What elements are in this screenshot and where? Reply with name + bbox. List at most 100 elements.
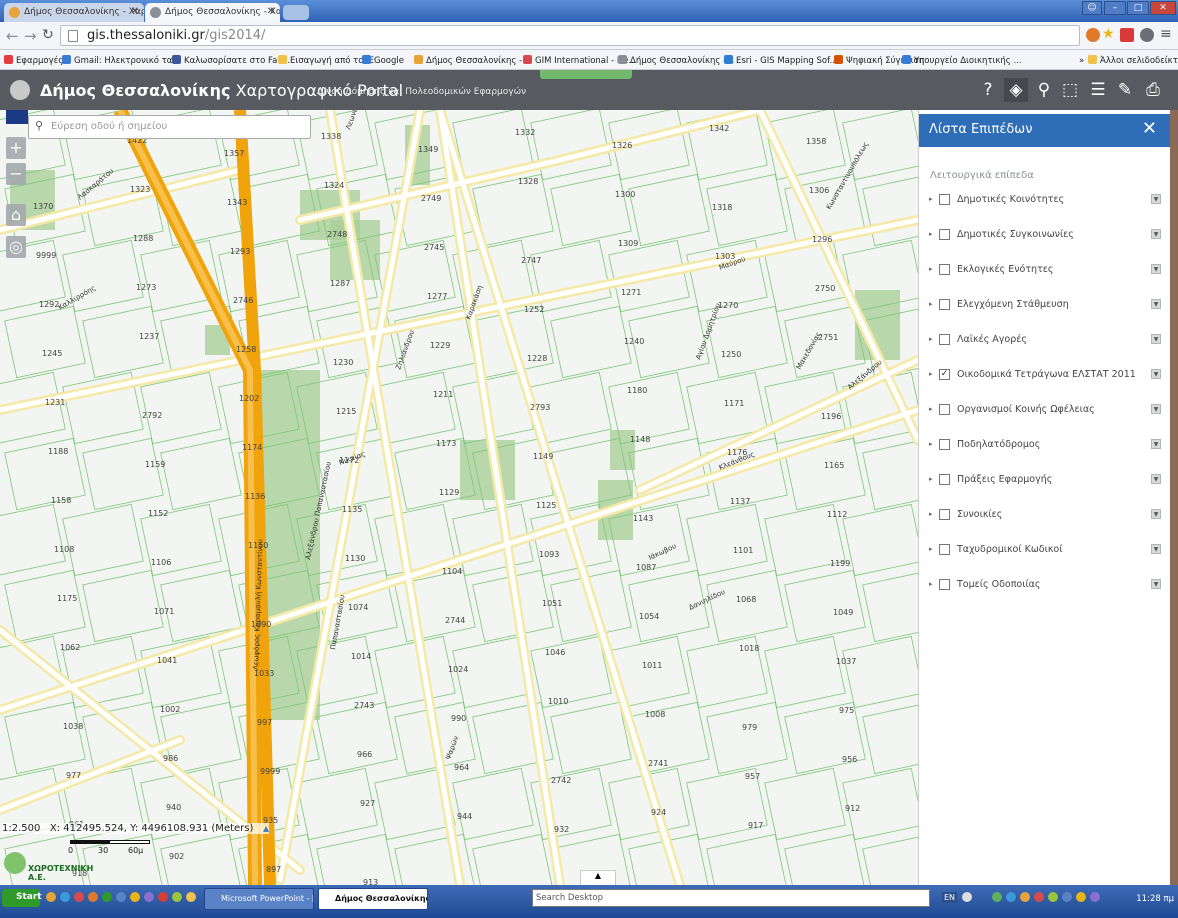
layer-item[interactable]: ▸ ✓ Οικοδομικά Τετράγωνα ΕΛΣΤΑΤ 2011 ▼: [929, 369, 1161, 385]
map-collapse-button[interactable]: ▲: [580, 870, 616, 885]
layer-checkbox[interactable]: [939, 194, 950, 205]
quicklaunch-icon[interactable]: [144, 892, 154, 902]
layer-item[interactable]: ▸ Λαϊκές Αγορές ▼: [929, 334, 1161, 350]
zoom-in-button[interactable]: +: [6, 137, 26, 159]
search-icon[interactable]: ⚲: [914, 891, 921, 902]
layer-checkbox[interactable]: [939, 544, 950, 555]
layer-options-icon[interactable]: ▼: [1151, 404, 1161, 414]
menu-icon[interactable]: ≡: [1160, 26, 1172, 42]
layer-options-icon[interactable]: ▼: [1151, 544, 1161, 554]
browser-tab-2[interactable]: Δήμος Θεσσαλονίκης - Χαρτο ✕: [145, 3, 280, 22]
expand-arrow-icon[interactable]: ▸: [929, 510, 933, 518]
locate-icon[interactable]: ◎: [6, 236, 26, 258]
bookmark-item[interactable]: Δήμος Θεσσαλονίκης -...: [414, 55, 530, 66]
layer-item[interactable]: ▸ Οργανισμοί Κοινής Ωφέλειας ▼: [929, 404, 1161, 420]
layer-item[interactable]: ▸ Ταχυδρομικοί Κωδικοί ▼: [929, 544, 1161, 560]
layer-options-icon[interactable]: ▼: [1151, 299, 1161, 309]
layer-checkbox[interactable]: [939, 404, 950, 415]
quicklaunch-icon[interactable]: [60, 892, 70, 902]
expand-arrow-icon[interactable]: ▸: [929, 265, 933, 273]
layer-item[interactable]: ▸ Εκλογικές Ενότητες ▼: [929, 264, 1161, 280]
layer-item[interactable]: ▸ Δημοτικές Κοινότητες ▼: [929, 194, 1161, 210]
expand-arrow-icon[interactable]: ▸: [929, 370, 933, 378]
bookmark-item[interactable]: Δήμος Θεσσαλονίκης -...: [618, 55, 734, 66]
bookmark-item[interactable]: Άλλοι σελιδοδείκτες: [1088, 55, 1178, 66]
new-tab-button[interactable]: [283, 5, 309, 20]
expand-arrow-icon[interactable]: ▸: [929, 230, 933, 238]
extension-icon[interactable]: [1086, 28, 1100, 42]
bookmark-item[interactable]: Google: [362, 55, 404, 66]
bookmark-item[interactable]: Καλωσορίσατε στο Fac...: [172, 55, 290, 66]
legend-list-icon[interactable]: ☰: [1086, 78, 1110, 102]
layer-checkbox[interactable]: [939, 334, 950, 345]
tray-icon[interactable]: [1090, 892, 1100, 902]
location-pin-icon[interactable]: ⚲: [1032, 78, 1056, 102]
layer-options-icon[interactable]: ▼: [1151, 334, 1161, 344]
map-canvas[interactable]: 1345142213571338134913321326134213581370…: [0, 110, 918, 885]
reload-icon[interactable]: ↻: [42, 27, 54, 43]
layer-item[interactable]: ▸ Πράξεις Εφαρμογής ▼: [929, 474, 1161, 490]
expand-arrow-icon[interactable]: ▸: [929, 405, 933, 413]
language-flag-icon[interactable]: [6, 110, 28, 124]
layer-checkbox[interactable]: [939, 229, 950, 240]
layer-item[interactable]: ▸ Ποδηλατόδρομος ▼: [929, 439, 1161, 455]
bookmark-item[interactable]: Εφαρμογές: [4, 55, 63, 66]
layer-checkbox[interactable]: [939, 264, 950, 275]
expand-arrow-icon[interactable]: ▸: [929, 335, 933, 343]
home-icon[interactable]: ⌂: [6, 204, 26, 226]
tab-close-icon[interactable]: ✕: [131, 6, 139, 17]
quicklaunch-icon[interactable]: [46, 892, 56, 902]
extension-icon[interactable]: [1140, 28, 1154, 42]
quicklaunch-icon[interactable]: [88, 892, 98, 902]
print-icon[interactable]: ⎙: [1141, 78, 1165, 102]
layer-checkbox[interactable]: [939, 579, 950, 590]
layer-options-icon[interactable]: ▼: [1151, 579, 1161, 589]
tray-icon[interactable]: [1048, 892, 1058, 902]
tray-icon[interactable]: [1062, 892, 1072, 902]
tray-icon[interactable]: [1034, 892, 1044, 902]
tray-icon[interactable]: [1006, 892, 1016, 902]
address-bar[interactable]: gis.thessaloniki.gr/gis2014/: [60, 25, 1080, 46]
layer-options-icon[interactable]: ▼: [1151, 264, 1161, 274]
coords-toggle-icon[interactable]: ▲: [263, 824, 269, 833]
layer-options-icon[interactable]: ▼: [1151, 229, 1161, 239]
quicklaunch-icon[interactable]: [116, 892, 126, 902]
layers-icon[interactable]: ◈: [1004, 78, 1028, 102]
layer-checkbox[interactable]: [939, 299, 950, 310]
quicklaunch-icon[interactable]: [186, 892, 196, 902]
layer-checkbox[interactable]: [939, 474, 950, 485]
tab-close-icon[interactable]: ✕: [267, 6, 275, 17]
tray-icon[interactable]: [1020, 892, 1030, 902]
select-icon[interactable]: ⬚: [1058, 78, 1082, 102]
layer-options-icon[interactable]: ▼: [1151, 509, 1161, 519]
layer-checkbox[interactable]: [939, 509, 950, 520]
maximize-button[interactable]: □: [1127, 1, 1149, 15]
layer-checkbox[interactable]: ✓: [939, 369, 950, 380]
quicklaunch-icon[interactable]: [74, 892, 84, 902]
browser-tab-1[interactable]: Δήμος Θεσσαλονίκης - Χαρτο ✕: [4, 3, 144, 22]
layer-options-icon[interactable]: ▼: [1151, 474, 1161, 484]
taskbar-button-browser[interactable]: Δήμος Θεσσαλονίκης ...: [318, 888, 428, 910]
quicklaunch-icon[interactable]: [158, 892, 168, 902]
tray-icon[interactable]: [1076, 892, 1086, 902]
panel-close-icon[interactable]: ✕: [1142, 118, 1157, 139]
bookmark-item[interactable]: »: [1067, 55, 1084, 66]
expand-arrow-icon[interactable]: ▸: [929, 195, 933, 203]
measure-icon[interactable]: ✎: [1113, 78, 1137, 102]
layer-item[interactable]: ▸ Δημοτικές Συγκοινωνίες ▼: [929, 229, 1161, 245]
expand-arrow-icon[interactable]: ▸: [929, 580, 933, 588]
start-button[interactable]: Start: [2, 889, 42, 907]
expand-arrow-icon[interactable]: ▸: [929, 545, 933, 553]
quicklaunch-icon[interactable]: [172, 892, 182, 902]
extension-icon[interactable]: [1120, 28, 1134, 42]
layer-options-icon[interactable]: ▼: [1151, 369, 1161, 379]
bookmark-item[interactable]: Υπουργείο Διοικητικής ...: [902, 55, 1022, 66]
expand-arrow-icon[interactable]: ▸: [929, 440, 933, 448]
minimize-button[interactable]: –: [1104, 1, 1126, 15]
layer-options-icon[interactable]: ▼: [1151, 439, 1161, 449]
bookmark-item[interactable]: Εισαγωγή από το IE: [278, 55, 374, 66]
layer-item[interactable]: ▸ Συνοικίες ▼: [929, 509, 1161, 525]
forward-arrow-icon[interactable]: →: [24, 27, 37, 45]
layer-item[interactable]: ▸ Τομείς Οδοποιίας ▼: [929, 579, 1161, 595]
quicklaunch-icon[interactable]: [102, 892, 112, 902]
